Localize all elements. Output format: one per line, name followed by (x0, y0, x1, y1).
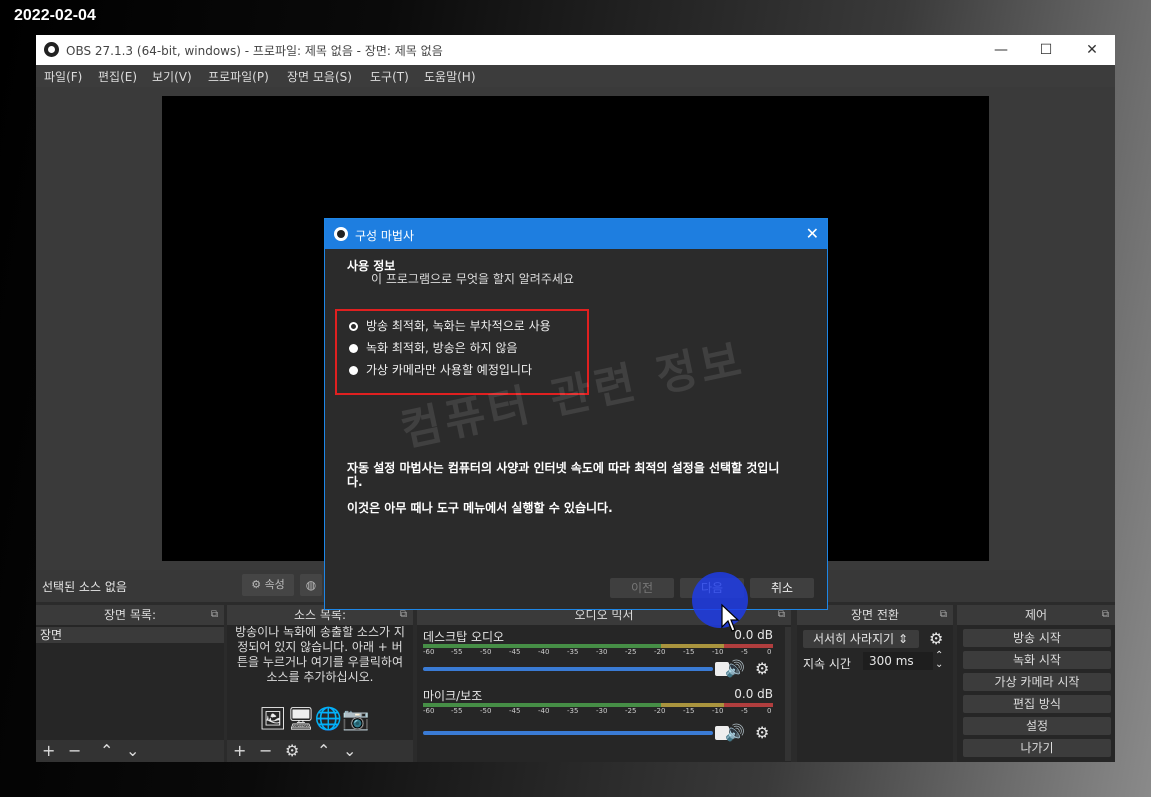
radio-icon (349, 344, 358, 353)
title-bar: OBS 27.1.3 (64-bit, windows) - 프로파일: 제목 … (36, 35, 1115, 65)
cancel-button[interactable]: 취소 (750, 578, 814, 598)
menu-help[interactable]: 도움말(H) (424, 68, 476, 85)
mouse-pointer-icon (721, 603, 740, 632)
scenes-toolbar: + − ⌃ ⌄ (36, 740, 224, 762)
sources-title: 소스 목록 (293, 608, 342, 622)
mixer-title: 오디오 믹서 (574, 608, 634, 622)
add-icon[interactable]: + (42, 741, 55, 760)
filters-button[interactable]: ◍ (300, 574, 322, 596)
menu-bar: 파일(F) 편집(E) 보기(V) 프로파일(P) 장면 모음(S) 도구(T)… (36, 65, 1115, 87)
scenes-dock: 장면 목록: ⧉ 장면 + − ⌃ ⌄ (36, 605, 224, 762)
maximize-button[interactable]: ☐ (1031, 39, 1061, 61)
properties-label: 속성 (264, 578, 285, 591)
duration-label: 지속 시간 (803, 657, 851, 671)
spin-icon[interactable]: ⌃ ⌄ (935, 651, 943, 670)
float-icon[interactable]: ⧉ (1102, 605, 1109, 625)
option-recording[interactable]: 녹화 최적화, 방송은 하지 않음 (349, 339, 518, 356)
exit-button[interactable]: 나가기 (963, 739, 1111, 757)
filter-icon: ◍ (305, 578, 317, 592)
remove-icon[interactable]: − (259, 741, 272, 760)
option-label: 녹화 최적화, 방송은 하지 않음 (366, 341, 518, 355)
meter-ticks: -60 -55 -50 -45 -40 -35 -30 -25 -20 -15 -10 -5 0 (423, 648, 772, 656)
gear-icon[interactable]: ⚙ (285, 741, 299, 760)
start-virtual-camera-button[interactable]: 가상 카메라 시작 (963, 673, 1111, 691)
volume-slider[interactable] (423, 726, 729, 740)
gear-icon: ⚙ (251, 578, 262, 591)
controls-dock: 제어 ⧉ 방송 시작 녹화 시작 가상 카메라 시작 편집 방식 설정 나가기 (957, 605, 1115, 762)
volume-meter: -60 -55 -50 -45 -40 -35 -30 -25 -20 -15 -10 -5 0 (423, 703, 773, 715)
channel-name: 데스크탑 오디오 (423, 630, 505, 644)
transitions-title: 장면 전환 (851, 608, 899, 622)
menu-file[interactable]: 파일(F) (44, 68, 82, 85)
up-icon[interactable]: ⌃ (100, 741, 113, 760)
radio-icon (349, 366, 358, 375)
menu-edit[interactable]: 편집(E) (98, 68, 137, 85)
channel-level: 0.0 dB (734, 687, 773, 701)
no-source-label: 선택된 소스 없음 (42, 580, 127, 594)
date-overlay: 2022-02-04 (14, 7, 96, 24)
menu-profile[interactable]: 프로파일(P) (208, 68, 269, 85)
mixer-scrollbar[interactable] (785, 627, 791, 761)
gear-icon[interactable]: ⚙ (755, 659, 769, 678)
dialog-title-bar: 구성 마법사 ✕ (325, 219, 827, 249)
speaker-icon[interactable]: 🔊 (725, 659, 745, 678)
scenes-title: 장면 목록 (103, 608, 152, 622)
dialog-subheading: 이 프로그램으로 무엇을 할지 알려주세요 (371, 272, 574, 286)
menu-tools[interactable]: 도구(T) (370, 68, 409, 85)
prev-button[interactable]: 이전 (610, 578, 674, 598)
menu-view[interactable]: 보기(V) (152, 68, 192, 85)
channel-name: 마이크/보조 (423, 689, 483, 703)
channel-level: 0.0 dB (734, 628, 773, 642)
volume-meter: -60 -55 -50 -45 -40 -35 -30 -25 -20 -15 -10 -5 0 (423, 644, 773, 656)
volume-slider[interactable] (423, 662, 729, 676)
transition-select[interactable]: 서서히 사라지기 ⇕ (803, 630, 919, 648)
dialog-title: 구성 마법사 (355, 229, 415, 243)
remove-icon[interactable]: − (68, 741, 81, 760)
obs-logo-icon (334, 227, 348, 241)
close-icon[interactable]: ✕ (806, 224, 819, 243)
option-label: 방송 최적화, 녹화는 부차적으로 사용 (366, 319, 551, 333)
info-text-2: 이것은 아무 때나 도구 메뉴에서 실행할 수 있습니다. (347, 501, 613, 515)
option-streaming[interactable]: 방송 최적화, 녹화는 부차적으로 사용 (349, 317, 551, 334)
studio-mode-button[interactable]: 편집 방식 (963, 695, 1111, 713)
updown-icon: ⇕ (897, 632, 908, 646)
minimize-button[interactable]: — (986, 39, 1016, 61)
radio-selected-icon (349, 322, 358, 331)
up-icon[interactable]: ⌃ (317, 741, 330, 760)
float-icon[interactable]: ⧉ (940, 605, 947, 625)
transition-selected: 서서히 사라지기 (813, 632, 895, 646)
gear-icon[interactable]: ⚙ (929, 629, 943, 648)
add-icon[interactable]: + (233, 741, 246, 760)
close-button[interactable]: ✕ (1077, 39, 1107, 61)
scene-item[interactable]: 장면 (36, 627, 224, 643)
menu-scene-collection[interactable]: 장면 모음(S) (287, 68, 352, 85)
info-text-1: 자동 설정 마법사는 컴퓨터의 사양과 인터넷 속도에 따라 최적의 설정을 선… (347, 461, 780, 489)
meter-ticks: -60 -55 -50 -45 -40 -35 -30 -25 -20 -15 -10 -5 0 (423, 707, 772, 715)
sources-toolbar: + − ⚙ ⌃ ⌄ (227, 740, 413, 762)
down-icon[interactable]: ⌄ (343, 741, 356, 760)
down-icon[interactable]: ⌄ (126, 741, 139, 760)
transitions-dock: 장면 전환 ⧉ 서서히 사라지기 ⇕ ⚙ 지속 시간 300 ms ⌃ ⌄ (797, 605, 953, 762)
properties-button[interactable]: ⚙ 속성 (242, 574, 294, 596)
settings-button[interactable]: 설정 (963, 717, 1111, 735)
duration-input[interactable]: 300 ms (863, 652, 933, 670)
window-title: OBS 27.1.3 (64-bit, windows) - 프로파일: 제목 … (66, 44, 443, 58)
sources-empty-text: 방송이나 녹화에 송출할 소스가 지정되어 있지 않습니다. 아래 + 버튼을 … (235, 625, 405, 684)
float-icon[interactable]: ⧉ (211, 605, 218, 625)
obs-logo-icon (44, 42, 59, 57)
source-type-icons: 🖼🖥🌐📷 (259, 707, 370, 732)
start-recording-button[interactable]: 녹화 시작 (963, 651, 1111, 669)
start-streaming-button[interactable]: 방송 시작 (963, 629, 1111, 647)
controls-title: 제어 (1024, 608, 1048, 622)
sources-dock: 소스 목록: ⧉ 방송이나 녹화에 송출할 소스가 지정되어 있지 않습니다. 아… (227, 605, 413, 762)
gear-icon[interactable]: ⚙ (755, 723, 769, 742)
speaker-icon[interactable]: 🔊 (725, 723, 745, 742)
auto-config-wizard-dialog: 구성 마법사 ✕ 사용 정보 이 프로그램으로 무엇을 할지 알려주세요 방송 … (324, 218, 828, 610)
